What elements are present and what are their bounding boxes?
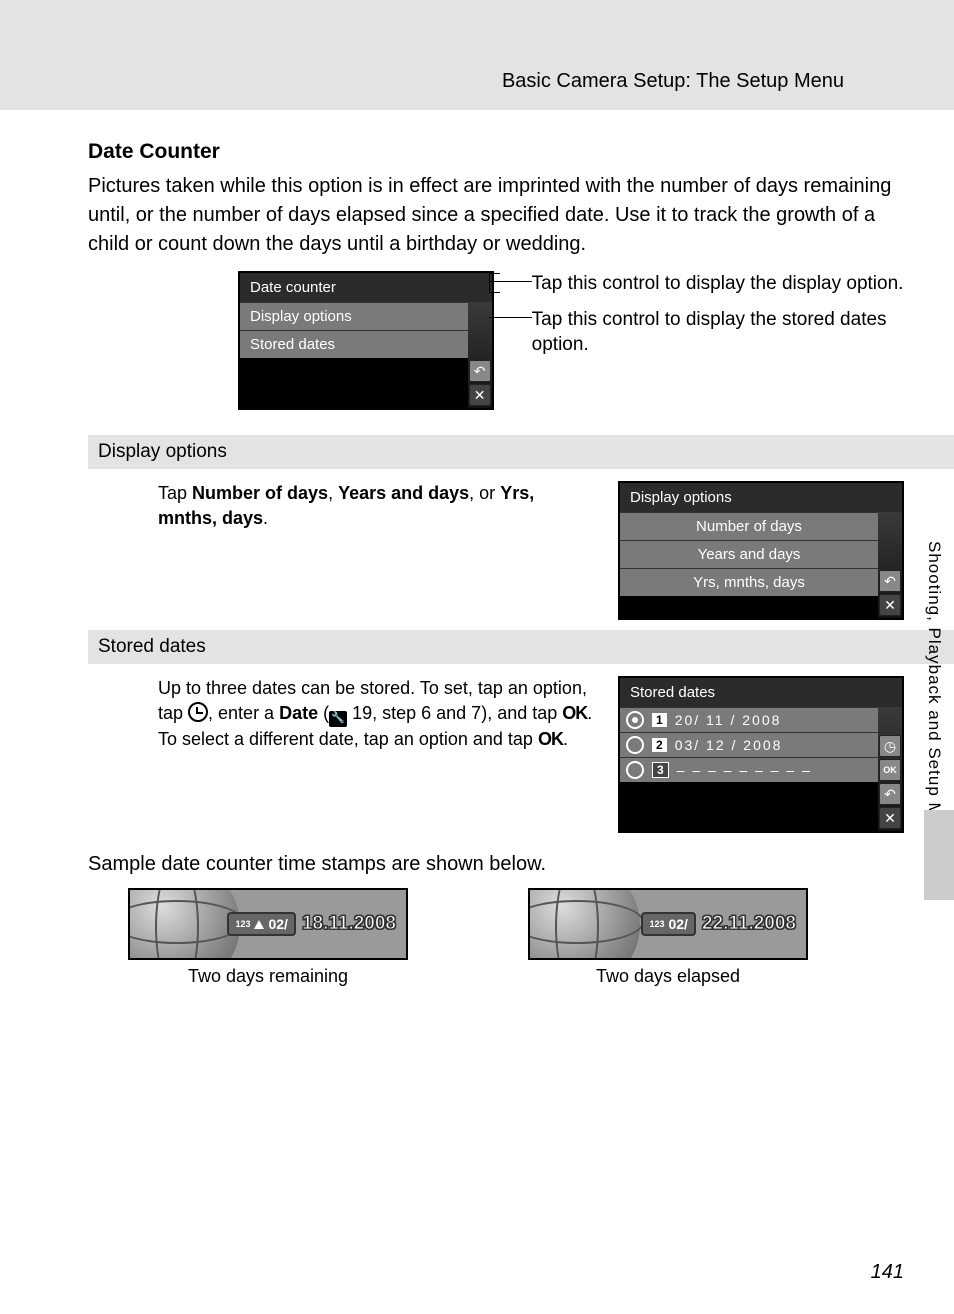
callout-stored-text: Tap this control to display the stored d… xyxy=(532,309,887,356)
radio-icon xyxy=(626,736,644,754)
callout-stored: Tap this control to display the stored d… xyxy=(532,307,904,358)
menu-title: Date counter xyxy=(240,273,492,302)
menu-item-stored-dates[interactable]: Stored dates xyxy=(240,330,468,358)
callout-display: Tap this control to display the display … xyxy=(532,271,904,297)
section-header: Basic Camera Setup: The Setup Menu xyxy=(88,60,904,120)
stored-date-row-1[interactable]: 1 20/ 11 / 2008 xyxy=(620,707,878,732)
close-icon[interactable]: ✕ xyxy=(879,594,901,616)
option-number-of-days[interactable]: Number of days xyxy=(620,512,878,540)
back-icon[interactable]: ↶ xyxy=(469,360,491,382)
stored-date-2: 03/ 12 / 2008 xyxy=(675,737,783,753)
back-icon[interactable]: ↶ xyxy=(879,783,901,805)
option-years-and-days[interactable]: Years and days xyxy=(620,540,878,568)
sample-caption: Sample date counter time stamps are show… xyxy=(88,853,904,876)
ok-icon: OK xyxy=(538,727,563,752)
chapter-tab: Shooting, Playback and Setup Menus xyxy=(914,450,954,950)
sample-remaining: 123 02/ 18.11.2008 Two days remaining xyxy=(128,888,408,987)
sample-elapsed: 123 02/ 22.11.2008 Two days elapsed xyxy=(528,888,808,987)
ok-button[interactable]: OK xyxy=(879,759,901,781)
display-options-heading: Display options xyxy=(88,435,954,469)
display-options-menu: Display options Number of days Years and… xyxy=(618,481,904,620)
display-options-text: Tap Number of days, Years and days, or Y… xyxy=(158,481,598,531)
stamp-date-elapsed: 22.11.2008 xyxy=(702,913,796,935)
display-options-screen-title: Display options xyxy=(620,483,902,512)
stored-date-row-2[interactable]: 2 03/ 12 / 2008 xyxy=(620,732,878,757)
clock-button[interactable]: ◷ xyxy=(879,735,901,757)
stored-dates-heading: Stored dates xyxy=(88,630,954,664)
radio-icon xyxy=(626,761,644,779)
stamp-date-remaining: 18.11.2008 xyxy=(302,913,396,935)
back-icon[interactable]: ↶ xyxy=(879,570,901,592)
stored-dates-text: Up to three dates can be stored. To set,… xyxy=(158,676,598,752)
stamp-badge-elapsed: 123 02/ xyxy=(641,912,696,936)
slot-badge-2: 2 xyxy=(652,738,667,752)
page-title: Date Counter xyxy=(88,140,904,164)
tab-marker xyxy=(924,810,954,900)
sample-ball-graphic xyxy=(528,888,640,960)
slot-badge-1: 1 xyxy=(652,713,667,727)
setup-icon: 🔧 xyxy=(329,711,347,727)
stored-date-1: 20/ 11 / 2008 xyxy=(675,712,782,728)
date-counter-menu: Date counter Display options Stored date… xyxy=(238,271,494,410)
radio-selected-icon xyxy=(626,711,644,729)
close-icon[interactable]: ✕ xyxy=(879,807,901,829)
clock-icon xyxy=(188,702,208,722)
sample-ball-graphic xyxy=(128,888,240,960)
menu-item-display-options[interactable]: Display options xyxy=(240,302,468,330)
close-icon[interactable]: ✕ xyxy=(469,384,491,406)
option-yrs-mnths-days[interactable]: Yrs, mnths, days xyxy=(620,568,878,596)
stored-dates-menu: Stored dates 1 20/ 11 / 2008 2 03/ 12 / … xyxy=(618,676,904,833)
stored-date-3: – – – – – – – – – xyxy=(677,762,812,778)
callout-display-text: Tap this control to display the display … xyxy=(532,273,904,294)
slot-badge-3: 3 xyxy=(652,762,669,778)
menu-filler xyxy=(240,358,468,408)
sample-label-remaining: Two days remaining xyxy=(128,966,408,987)
stored-dates-screen-title: Stored dates xyxy=(620,678,902,707)
manual-page: Basic Camera Setup: The Setup Menu Date … xyxy=(0,0,954,1314)
intro-paragraph: Pictures taken while this option is in e… xyxy=(88,172,904,259)
sample-label-elapsed: Two days elapsed xyxy=(528,966,808,987)
ok-icon: OK xyxy=(562,701,587,726)
stored-date-row-3[interactable]: 3 – – – – – – – – – xyxy=(620,757,878,782)
up-arrow-icon xyxy=(254,920,264,929)
page-number: 141 xyxy=(871,1261,904,1284)
stamp-badge-remaining: 123 02/ xyxy=(227,912,296,936)
